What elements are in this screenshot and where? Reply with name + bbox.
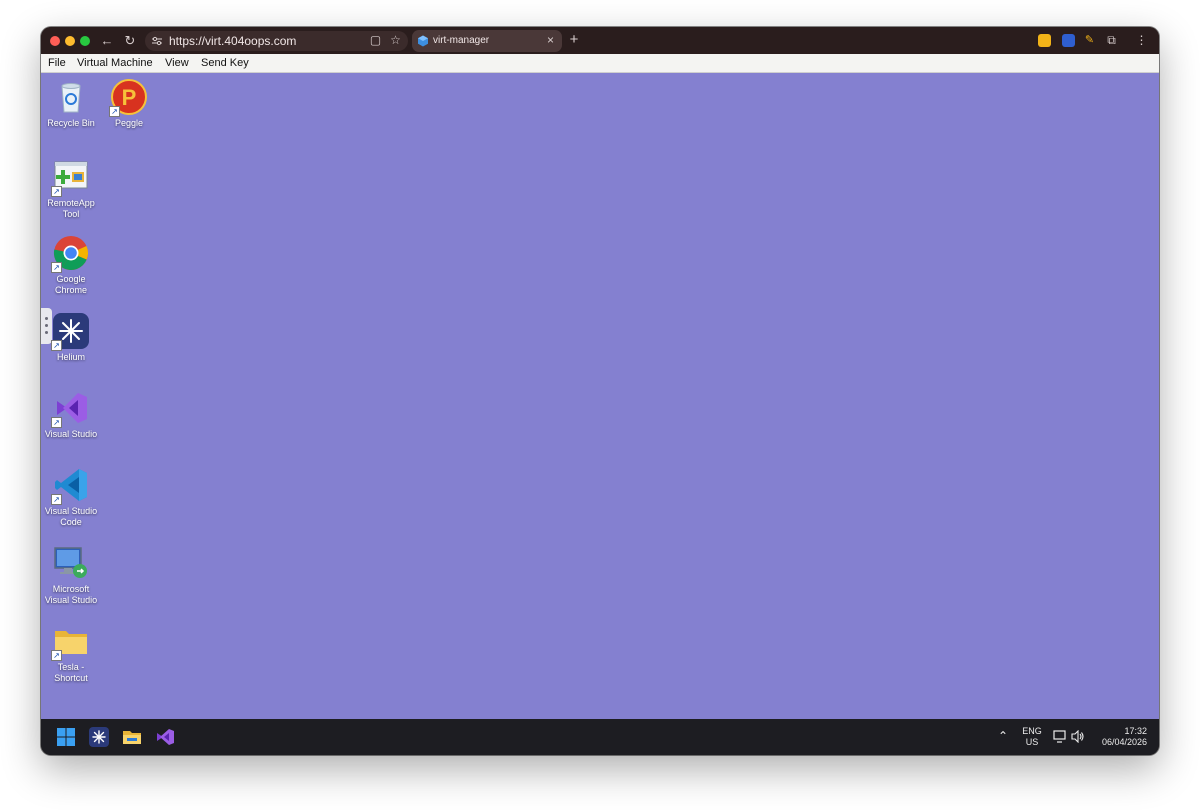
icon-label: Peggle bbox=[114, 118, 144, 128]
chevron-up-icon[interactable]: ⌃ bbox=[998, 730, 1008, 742]
desktop-icon-visual-studio-code[interactable]: ↗ Visual Studio Code bbox=[41, 467, 101, 528]
taskbar: ⌃ ENG US 17:32 06/04/2026 bbox=[41, 719, 1159, 755]
minimize-window-button[interactable] bbox=[65, 36, 75, 46]
bookmark-star-icon[interactable]: ☆ bbox=[388, 33, 403, 48]
shortcut-arrow-icon: ↗ bbox=[51, 494, 62, 505]
desktop-icon-tesla-shortcut[interactable]: ↗ Tesla - Shortcut bbox=[41, 623, 101, 684]
menu-view[interactable]: View bbox=[165, 57, 189, 69]
page-action-icon[interactable]: ▢ bbox=[368, 33, 383, 48]
shortcut-arrow-icon: ↗ bbox=[109, 106, 120, 117]
shortcut-arrow-icon: ↗ bbox=[51, 650, 62, 661]
file-explorer-icon[interactable] bbox=[122, 727, 142, 747]
virt-manager-tab-icon bbox=[418, 35, 428, 47]
volume-icon[interactable] bbox=[1071, 730, 1085, 743]
desktop-icon-helium[interactable]: ↗ Helium bbox=[41, 313, 101, 363]
new-tab-button[interactable]: + bbox=[565, 31, 583, 49]
tab-virt-manager[interactable]: virt-manager × bbox=[412, 30, 562, 52]
extensions-puzzle-icon[interactable]: ⧉ bbox=[1105, 34, 1118, 47]
menu-send-key[interactable]: Send Key bbox=[201, 57, 249, 69]
desktop-icon-remoteapp-tool[interactable]: ↗ RemoteApp Tool bbox=[41, 159, 101, 220]
desktop-icon-visual-studio[interactable]: ↗ Visual Studio bbox=[41, 390, 101, 440]
desktop-icon-microsoft-visual-studio[interactable]: Microsoft Visual Studio bbox=[41, 545, 101, 606]
url-text: https://virt.404oops.com bbox=[169, 34, 297, 48]
icon-label: Helium bbox=[56, 352, 85, 362]
back-arrow-icon[interactable]: ← bbox=[98, 32, 116, 50]
desktop-icon-peggle[interactable]: P ↗ Peggle bbox=[99, 79, 159, 129]
app-menubar: File Virtual Machine View Send Key bbox=[41, 54, 1159, 73]
icon-label: Recycle Bin bbox=[47, 118, 95, 128]
recycle-bin-icon bbox=[61, 83, 81, 113]
clock[interactable]: 17:32 06/04/2026 bbox=[1093, 726, 1147, 748]
menu-file[interactable]: File bbox=[48, 57, 66, 69]
shortcut-arrow-icon: ↗ bbox=[51, 340, 62, 351]
icon-label: Visual Studio bbox=[44, 429, 98, 439]
tab-close-icon[interactable]: × bbox=[547, 33, 554, 47]
site-settings-icon[interactable] bbox=[152, 36, 162, 46]
extension-badge-icon[interactable] bbox=[1062, 34, 1075, 47]
language-indicator[interactable]: ENG US bbox=[1021, 726, 1043, 748]
svg-text:P: P bbox=[122, 85, 137, 110]
maximize-window-button[interactable] bbox=[80, 36, 90, 46]
icon-label: Google Chrome bbox=[54, 274, 87, 295]
desktop-icon-google-chrome[interactable]: ↗ Google Chrome bbox=[41, 235, 101, 296]
clock-time: 17:32 bbox=[1124, 726, 1147, 736]
vm-desktop[interactable]: Recycle Bin P ↗ Peggle ↗ RemoteApp Tool … bbox=[41, 73, 1159, 719]
visual-studio-icon[interactable] bbox=[155, 727, 175, 747]
region-label: US bbox=[1025, 737, 1039, 747]
language-label: ENG bbox=[1022, 726, 1042, 736]
network-icon[interactable] bbox=[1053, 730, 1067, 743]
icon-label: Microsoft Visual Studio bbox=[44, 584, 98, 605]
helium-icon[interactable] bbox=[89, 727, 109, 747]
remote-desktop-icon bbox=[54, 547, 87, 578]
icon-label: RemoteApp Tool bbox=[47, 198, 95, 219]
shortcut-arrow-icon: ↗ bbox=[51, 262, 62, 273]
extension-sort-icon[interactable] bbox=[1038, 34, 1051, 47]
icon-label: Tesla - Shortcut bbox=[54, 662, 88, 683]
browser-window: ← ↻ https://virt.404oops.com ▢ ☆ virt-ma… bbox=[41, 27, 1159, 755]
tab-title: virt-manager bbox=[433, 35, 490, 46]
extension-pencil-icon[interactable]: ✎ bbox=[1083, 34, 1096, 47]
icon-label: Visual Studio Code bbox=[44, 506, 98, 527]
windows-start-icon[interactable] bbox=[56, 727, 76, 747]
shortcut-arrow-icon: ↗ bbox=[51, 186, 62, 197]
browser-toolbar: ← ↻ https://virt.404oops.com ▢ ☆ virt-ma… bbox=[41, 27, 1159, 54]
desktop-icon-recycle-bin[interactable]: Recycle Bin bbox=[41, 79, 101, 129]
clock-date: 06/04/2026 bbox=[1101, 737, 1147, 747]
address-bar[interactable]: https://virt.404oops.com ▢ ☆ bbox=[145, 31, 408, 51]
browser-menu-icon[interactable]: ⋮ bbox=[1135, 34, 1148, 47]
shortcut-arrow-icon: ↗ bbox=[51, 417, 62, 428]
menu-virtual-machine[interactable]: Virtual Machine bbox=[77, 57, 153, 69]
reload-icon[interactable]: ↻ bbox=[121, 32, 139, 50]
close-window-button[interactable] bbox=[50, 36, 60, 46]
